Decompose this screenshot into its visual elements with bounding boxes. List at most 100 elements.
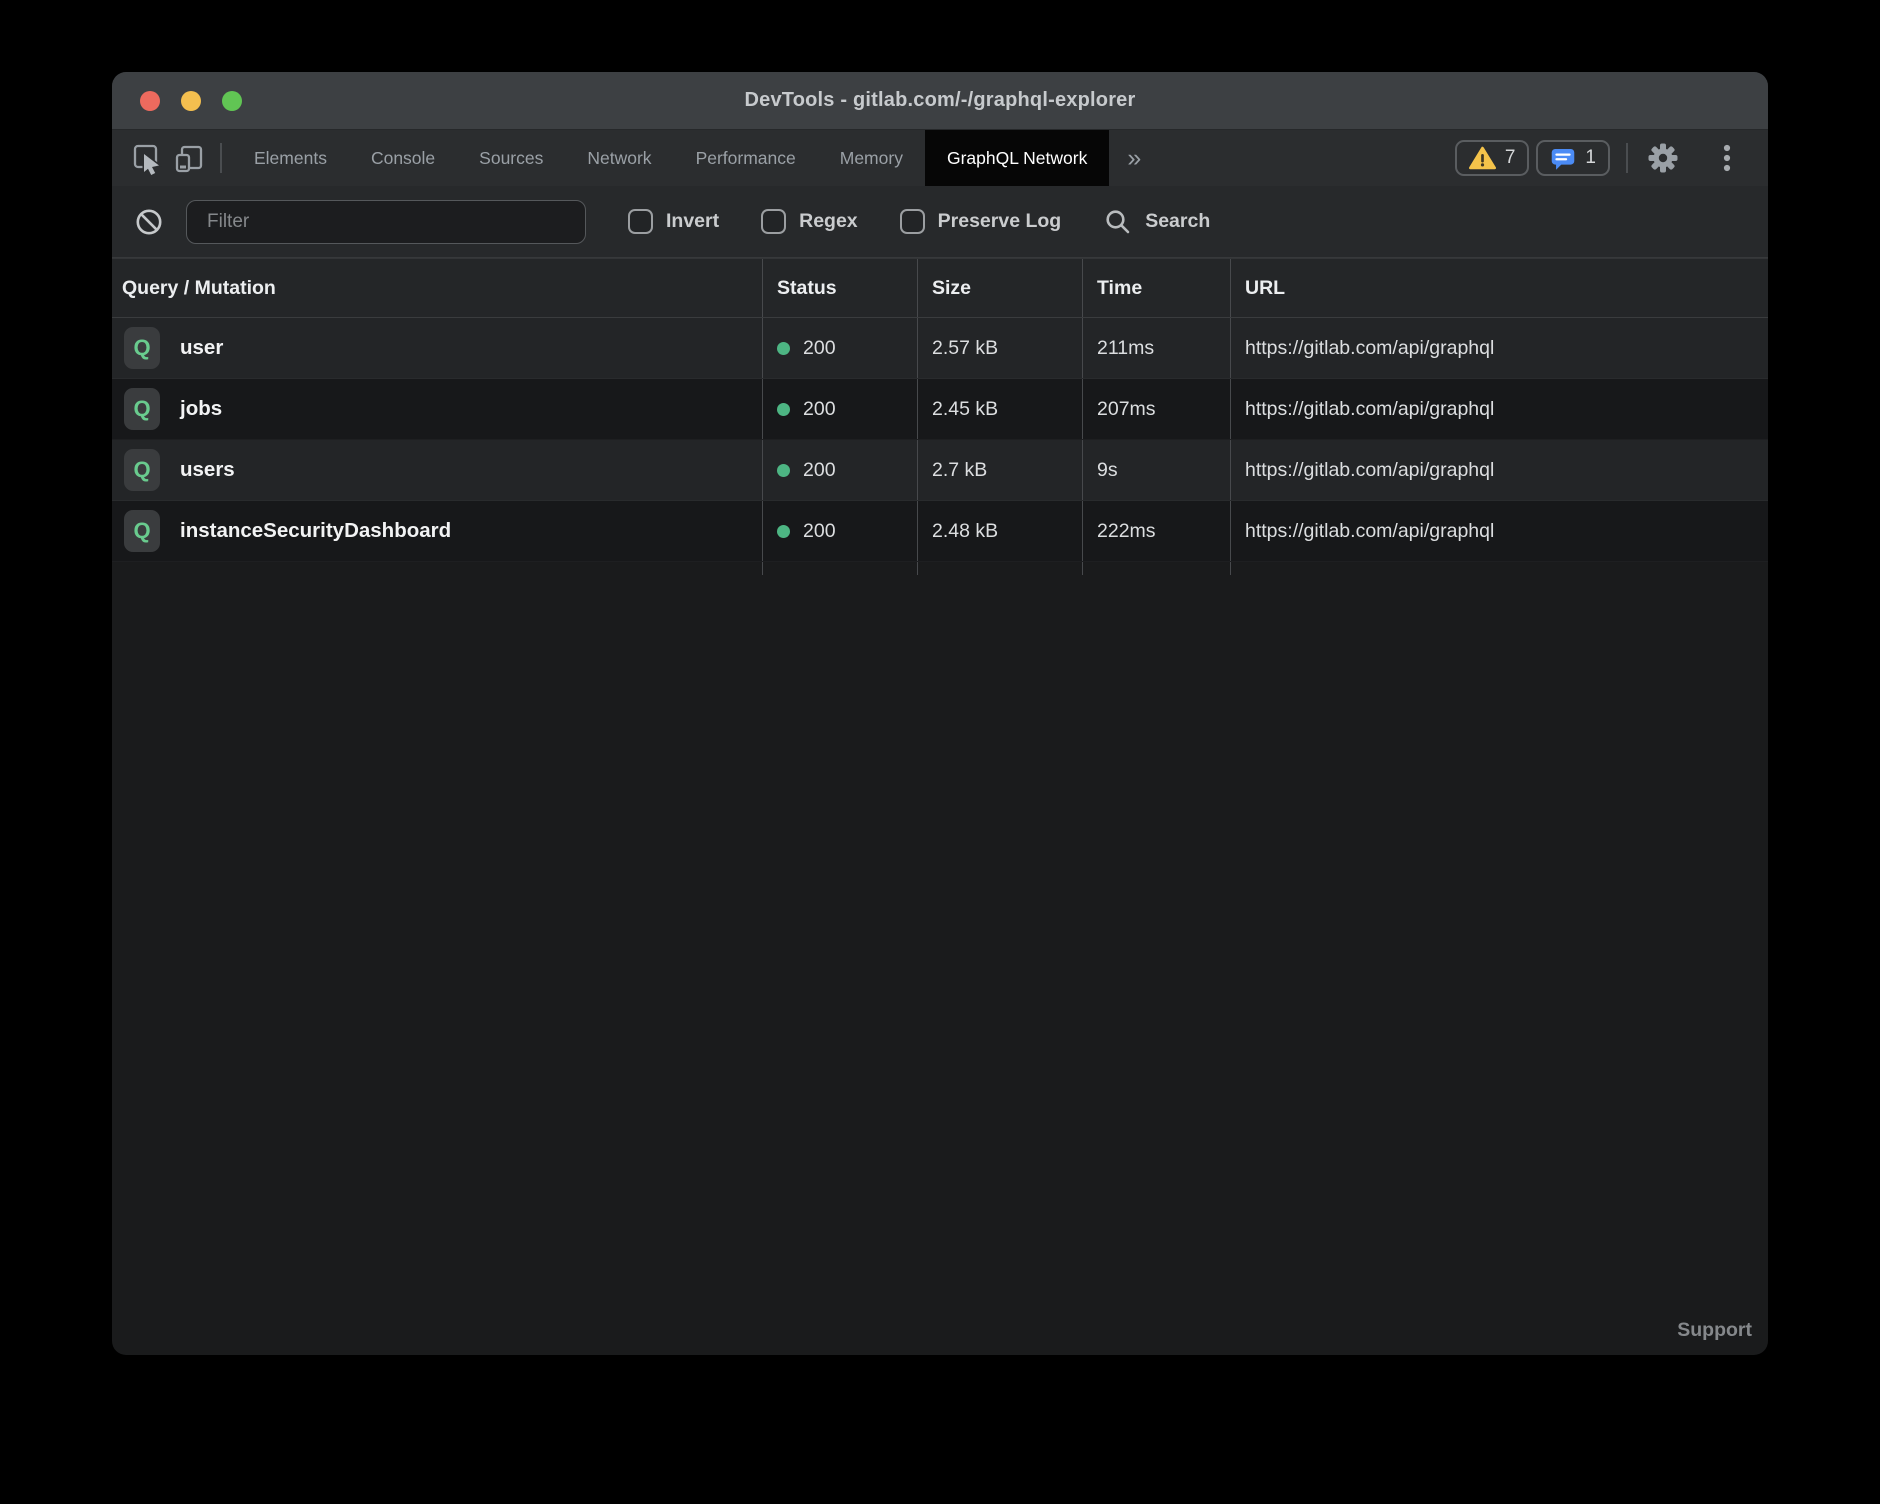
traffic-lights [140,91,242,111]
size-value: 2.7 kB [932,459,987,482]
settings-button[interactable] [1642,137,1684,179]
column-header-size[interactable]: Size [917,259,1082,317]
size-value: 2.45 kB [932,398,998,421]
query-badge: Q [124,449,160,491]
gear-icon [1646,141,1680,175]
status-value: 200 [803,459,836,482]
issues-badge[interactable]: 1 [1536,140,1610,176]
regex-label[interactable]: Regex [799,210,858,233]
status-value: 200 [803,337,836,360]
status-cell: 200 [762,440,917,500]
tab-network[interactable]: Network [565,130,673,186]
url-cell: https://gitlab.com/api/graphql [1230,318,1768,378]
status-dot [777,342,790,355]
url-value: https://gitlab.com/api/graphql [1245,398,1494,421]
table-row[interactable]: Q user 200 2.57 kB 211ms https://gitlab.… [112,318,1768,379]
size-cell: 2.48 kB [917,501,1082,561]
tabbar-right-controls: 7 1 [1448,137,1768,179]
invert-checkbox[interactable] [628,209,653,234]
column-header-query-mutation[interactable]: Query / Mutation [112,259,762,317]
column-header-time[interactable]: Time [1082,259,1230,317]
maximize-window-button[interactable] [222,91,242,111]
query-name: jobs [180,397,222,421]
query-name-cell: Q users [112,440,762,500]
devtools-window: DevTools - gitlab.com/-/graphql-explorer… [112,72,1768,1355]
query-name-cell: Q instanceSecurityDashboard [112,501,762,561]
url-cell: https://gitlab.com/api/graphql [1230,379,1768,439]
tab-memory[interactable]: Memory [818,130,925,186]
tab-console[interactable]: Console [349,130,457,186]
tab-performance[interactable]: Performance [674,130,818,186]
search-icon [1103,207,1133,237]
window-title: DevTools - gitlab.com/-/graphql-explorer [744,89,1135,112]
query-badge: Q [124,510,160,552]
url-value: https://gitlab.com/api/graphql [1245,520,1494,543]
device-toolbar-icon [172,141,206,175]
status-dot [777,464,790,477]
toggle-device-toolbar-button[interactable] [168,137,210,179]
preserve-log-checkbox-group[interactable]: Preserve Log [900,209,1062,234]
regex-checkbox-group[interactable]: Regex [761,209,858,234]
warning-icon [1469,146,1496,170]
more-tabs-button[interactable]: » [1109,144,1159,173]
devtools-tab-bar: Elements Console Sources Network Perform… [112,130,1768,186]
panel-tabs: Elements Console Sources Network Perform… [232,130,1109,186]
column-header-url[interactable]: URL [1230,259,1768,317]
time-cell: 222ms [1082,501,1230,561]
table-row[interactable]: Q users 200 2.7 kB 9s https://gitlab.com… [112,440,1768,501]
preserve-log-label[interactable]: Preserve Log [938,210,1062,233]
size-value: 2.57 kB [932,337,998,360]
status-value: 200 [803,520,836,543]
invert-checkbox-group[interactable]: Invert [628,209,719,234]
inspect-element-button[interactable] [126,137,168,179]
time-value: 211ms [1097,337,1154,360]
time-cell: 207ms [1082,379,1230,439]
table-row[interactable]: Q instanceSecurityDashboard 200 2.48 kB … [112,501,1768,562]
status-cell: 200 [762,379,917,439]
clear-button[interactable] [128,201,170,243]
issues-count: 1 [1585,147,1596,169]
size-cell: 2.57 kB [917,318,1082,378]
message-bubble-icon [1550,146,1576,171]
warnings-badge[interactable]: 7 [1455,140,1530,176]
close-window-button[interactable] [140,91,160,111]
support-link[interactable]: Support [1677,1319,1752,1342]
chevron-double-right-icon: » [1127,144,1141,173]
url-cell: https://gitlab.com/api/graphql [1230,501,1768,561]
table-row[interactable]: Q jobs 200 2.45 kB 207ms https://gitlab.… [112,379,1768,440]
query-name-cell: Q user [112,318,762,378]
more-vertical-icon [1721,141,1733,175]
controls-separator [1626,143,1628,173]
status-dot [777,403,790,416]
requests-table-header: Query / Mutation Status Size Time URL [112,258,1768,318]
toolbar-separator [220,143,222,173]
time-value: 9s [1097,459,1118,482]
column-divider-extension [112,562,1768,575]
filter-toolbar: Invert Regex Preserve Log Search [112,186,1768,258]
size-cell: 2.7 kB [917,440,1082,500]
tab-elements[interactable]: Elements [232,130,349,186]
time-value: 222ms [1097,520,1156,543]
tab-sources[interactable]: Sources [457,130,565,186]
query-name: instanceSecurityDashboard [180,519,451,543]
filter-input[interactable] [186,200,586,244]
query-name-cell: Q jobs [112,379,762,439]
time-cell: 211ms [1082,318,1230,378]
tab-graphql-network[interactable]: GraphQL Network [925,130,1109,186]
more-options-button[interactable] [1706,137,1748,179]
url-value: https://gitlab.com/api/graphql [1245,337,1494,360]
minimize-window-button[interactable] [181,91,201,111]
invert-label[interactable]: Invert [666,210,719,233]
preserve-log-checkbox[interactable] [900,209,925,234]
block-icon [133,206,165,238]
regex-checkbox[interactable] [761,209,786,234]
status-cell: 200 [762,318,917,378]
inspect-icon [130,141,164,175]
column-header-status[interactable]: Status [762,259,917,317]
search-button[interactable]: Search [1103,207,1210,237]
filter-group [128,200,586,244]
url-cell: https://gitlab.com/api/graphql [1230,440,1768,500]
search-label: Search [1145,210,1210,233]
query-name: users [180,458,235,482]
size-value: 2.48 kB [932,520,998,543]
